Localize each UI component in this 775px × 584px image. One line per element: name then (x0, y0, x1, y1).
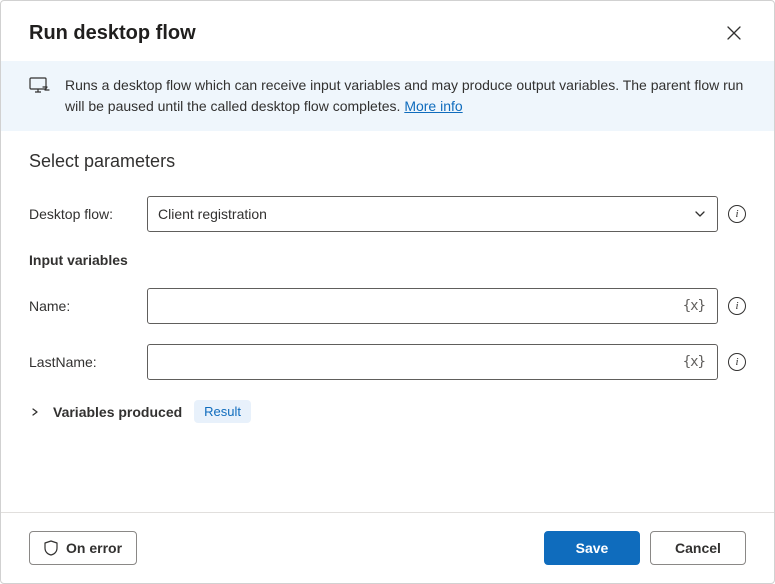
variable-picker-icon[interactable]: {x} (681, 296, 707, 316)
input-lastname-value (158, 355, 681, 369)
input-name-label: Name: (29, 298, 137, 314)
chevron-right-icon (29, 406, 41, 418)
desktop-flow-label: Desktop flow: (29, 206, 137, 222)
more-info-link[interactable]: More info (404, 98, 462, 114)
desktop-flow-value: Client registration (158, 206, 693, 222)
on-error-button[interactable]: On error (29, 531, 137, 565)
close-button[interactable] (722, 21, 746, 45)
input-name-field[interactable]: {x} (147, 288, 718, 324)
shield-icon (44, 540, 58, 556)
section-title: Select parameters (29, 151, 746, 172)
close-icon (726, 25, 742, 41)
cancel-label: Cancel (675, 540, 721, 556)
cancel-button[interactable]: Cancel (650, 531, 746, 565)
info-icon[interactable]: i (728, 205, 746, 223)
info-banner-text: Runs a desktop flow which can receive in… (65, 75, 746, 117)
input-name-value (158, 299, 681, 313)
chevron-down-icon (693, 207, 707, 221)
save-button[interactable]: Save (544, 531, 640, 565)
result-chip[interactable]: Result (194, 400, 251, 423)
variables-produced-label: Variables produced (53, 404, 182, 420)
variables-produced-toggle[interactable]: Variables produced Result (29, 400, 746, 423)
variable-picker-icon[interactable]: {x} (681, 352, 707, 372)
input-lastname-field[interactable]: {x} (147, 344, 718, 380)
input-lastname-label: LastName: (29, 354, 137, 370)
save-label: Save (576, 540, 609, 556)
info-icon[interactable]: i (728, 353, 746, 371)
on-error-label: On error (66, 540, 122, 556)
dialog-title: Run desktop flow (29, 22, 196, 45)
input-variables-heading: Input variables (29, 252, 746, 268)
info-banner: Runs a desktop flow which can receive in… (1, 61, 774, 131)
desktop-flow-select[interactable]: Client registration (147, 196, 718, 232)
desktop-flow-icon (29, 77, 51, 95)
info-icon[interactable]: i (728, 297, 746, 315)
